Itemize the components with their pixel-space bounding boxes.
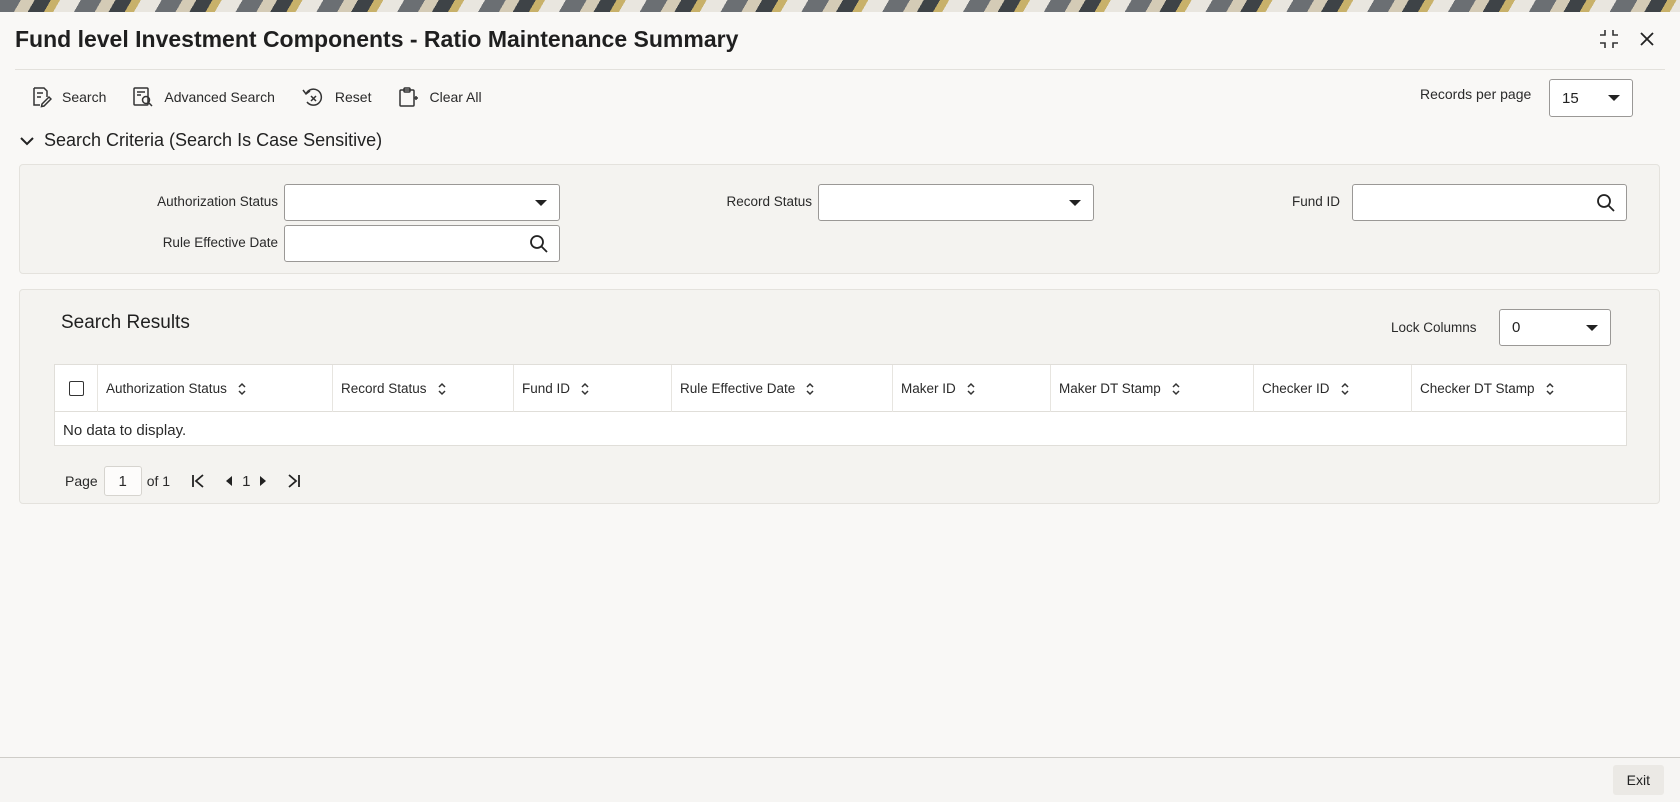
exit-button-label: Exit — [1626, 772, 1650, 788]
column-header-label: Maker DT Stamp — [1059, 381, 1161, 396]
column-header-rule-effective-date[interactable]: Rule Effective Date — [672, 365, 893, 412]
close-icon[interactable] — [1634, 26, 1660, 52]
maximize-icon[interactable] — [1596, 26, 1622, 52]
column-header-label: Checker DT Stamp — [1420, 381, 1535, 396]
select-all-checkbox[interactable] — [68, 381, 84, 396]
search-criteria-panel: Authorization Status Record Status Fund … — [19, 164, 1660, 274]
table-header: Authorization Status Record Status Fund … — [55, 365, 1626, 412]
column-header-label: Fund ID — [522, 381, 571, 396]
next-page-icon[interactable] — [256, 471, 270, 491]
title-divider — [15, 69, 1665, 70]
column-header-maker-id[interactable]: Maker ID — [893, 365, 1051, 412]
search-button[interactable]: Search — [30, 86, 106, 108]
advanced-search-button-label: Advanced Search — [164, 89, 275, 105]
sort-icon[interactable] — [237, 382, 247, 396]
chevron-down-icon — [20, 136, 34, 145]
reset-button-label: Reset — [334, 89, 372, 105]
exit-button[interactable]: Exit — [1612, 765, 1664, 795]
column-header-record-status[interactable]: Record Status — [333, 365, 514, 412]
first-page-icon[interactable] — [188, 471, 208, 491]
clipboard-icon — [399, 87, 419, 107]
sort-icon[interactable] — [1340, 382, 1350, 396]
search-criteria-title: Search Criteria (Search Is Case Sensitiv… — [44, 130, 383, 150]
page-link[interactable]: 1 — [242, 473, 250, 490]
footer-bar: Exit — [0, 757, 1680, 802]
sort-icon[interactable] — [805, 382, 815, 396]
chevron-down-icon — [1069, 199, 1081, 206]
sort-icon[interactable] — [1171, 382, 1181, 396]
column-header-label: Rule Effective Date — [680, 381, 796, 396]
records-per-page-select[interactable]: 15 — [1549, 79, 1633, 117]
column-header-checker-dt-stamp[interactable]: Checker DT Stamp — [1412, 365, 1626, 412]
page-of-label: of 1 — [146, 473, 171, 489]
column-header-authorization-status[interactable]: Authorization Status — [98, 365, 333, 412]
column-header-label: Authorization Status — [106, 381, 227, 396]
fund-id-field[interactable] — [1352, 184, 1627, 221]
search-button-label: Search — [62, 89, 107, 105]
column-header-fund-id[interactable]: Fund ID — [514, 365, 672, 412]
column-header-checker-id[interactable]: Checker ID — [1254, 365, 1412, 412]
last-page-icon[interactable] — [284, 471, 304, 491]
results-table: Authorization Status Record Status Fund … — [54, 364, 1627, 446]
fund-id-label: Fund ID — [1291, 194, 1340, 209]
search-results-title: Search Results — [61, 312, 190, 333]
authorization-status-label: Authorization Status — [157, 194, 278, 209]
records-per-page-value: 15 — [1562, 89, 1579, 107]
advanced-search-button[interactable]: Advanced Search — [132, 86, 275, 108]
empty-table-message: No data to display. — [63, 422, 187, 439]
sort-icon[interactable] — [580, 382, 590, 396]
page-label: Page — [65, 473, 98, 489]
search-icon[interactable] — [529, 234, 549, 254]
page-number-input[interactable]: 1 — [103, 466, 142, 496]
search-criteria-toggle[interactable]: Search Criteria (Search Is Case Sensitiv… — [20, 130, 382, 151]
search-doc-icon — [33, 87, 52, 108]
lock-columns-label: Lock Columns — [1391, 320, 1477, 335]
lock-columns-value: 0 — [1512, 319, 1521, 336]
select-all-cell — [55, 365, 98, 412]
records-per-page-label: Records per page — [1420, 86, 1532, 102]
column-header-label: Maker ID — [901, 381, 956, 396]
chevron-down-icon — [1586, 324, 1598, 331]
summary-window: Fund level Investment Components - Ratio… — [0, 12, 1680, 802]
chevron-down-icon — [535, 199, 547, 206]
column-header-maker-dt-stamp[interactable]: Maker DT Stamp — [1051, 365, 1254, 412]
sort-icon[interactable] — [966, 382, 976, 396]
advanced-search-icon — [133, 87, 153, 107]
record-status-select[interactable] — [818, 184, 1094, 221]
search-results-panel: Search Results Lock Columns 0 Authorizat… — [19, 289, 1660, 504]
record-status-label: Record Status — [726, 194, 812, 209]
chevron-down-icon — [1608, 95, 1620, 101]
previous-page-icon[interactable] — [222, 471, 236, 491]
reset-button[interactable]: Reset — [301, 86, 372, 108]
search-icon[interactable] — [1596, 193, 1616, 213]
sort-icon[interactable] — [437, 382, 447, 396]
sort-icon[interactable] — [1545, 382, 1555, 396]
lock-columns-select[interactable]: 0 — [1499, 309, 1611, 346]
clear-all-button-label: Clear All — [429, 89, 482, 105]
rule-effective-date-field[interactable] — [284, 225, 560, 262]
clear-all-button[interactable]: Clear All — [397, 86, 482, 108]
authorization-status-select[interactable] — [284, 184, 560, 221]
page-title: Fund level Investment Components - Ratio… — [15, 26, 739, 52]
column-header-label: Record Status — [341, 381, 427, 396]
pagination: Page 1 of 1 1 — [65, 466, 304, 496]
toolbar: Search Advanced Search Reset Clear All — [30, 82, 508, 112]
column-header-label: Checker ID — [1262, 381, 1330, 396]
page-number-value: 1 — [118, 472, 127, 490]
reset-icon — [302, 88, 322, 106]
decorative-banner-strip — [0, 0, 1680, 12]
rule-effective-date-label: Rule Effective Date — [162, 235, 278, 250]
